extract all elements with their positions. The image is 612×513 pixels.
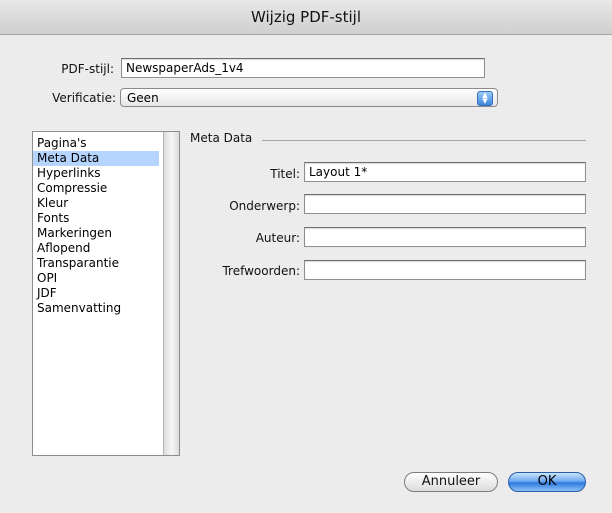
pdf-stijl-label: PDF-stijl: [61,62,114,76]
titel-label: Titel: [270,167,300,181]
dialog-window: Wijzig PDF-stijl PDF-stijl: NewspaperAds… [0,0,612,513]
pdf-stijl-field[interactable]: NewspaperAds_1v4 [121,58,485,78]
verificatie-popup[interactable]: Geen ▲ ▼ [120,88,498,107]
sidebar-item-aflopend[interactable]: Aflopend [33,241,159,256]
onderwerp-label: Onderwerp: [229,199,300,213]
onderwerp-field[interactable] [304,194,586,214]
auteur-label: Auteur: [255,231,300,245]
sidebar-item-fonts[interactable]: Fonts [33,211,159,226]
sidebar-item-meta-data[interactable]: Meta Data [33,151,159,166]
sidebar-item-jdf[interactable]: JDF [33,286,159,301]
list-scrollbar[interactable] [163,132,179,455]
sidebar-item-compressie[interactable]: Compressie [33,181,159,196]
window-title: Wijzig PDF-stijl [0,0,612,35]
category-list[interactable]: Pagina's Meta Data Hyperlinks Compressie Kle… [32,131,180,456]
trefwoorden-label: Trefwoorden: [222,264,300,278]
verificatie-value: Geen [127,91,159,105]
titel-field[interactable]: Layout 1* [304,162,586,182]
sidebar-item-pagina-s[interactable]: Pagina's [33,136,159,151]
verificatie-label: Verificatie: [52,91,116,105]
group-title: Meta Data [190,131,253,145]
sidebar-item-opi[interactable]: OPI [33,271,159,286]
sidebar-item-samenvatting[interactable]: Samenvatting [33,301,159,316]
sidebar-item-hyperlinks[interactable]: Hyperlinks [33,166,159,181]
sidebar-item-markeringen[interactable]: Markeringen [33,226,159,241]
auteur-field[interactable] [304,227,586,247]
up-down-arrows-icon: ▲ ▼ [477,91,493,106]
trefwoorden-field[interactable] [304,260,586,280]
ok-button[interactable]: OK [508,472,586,492]
sidebar-item-kleur[interactable]: Kleur [33,196,159,211]
group-divider [262,140,586,141]
cancel-button[interactable]: Annuleer [404,472,498,492]
sidebar-item-transparantie[interactable]: Transparantie [33,256,159,271]
